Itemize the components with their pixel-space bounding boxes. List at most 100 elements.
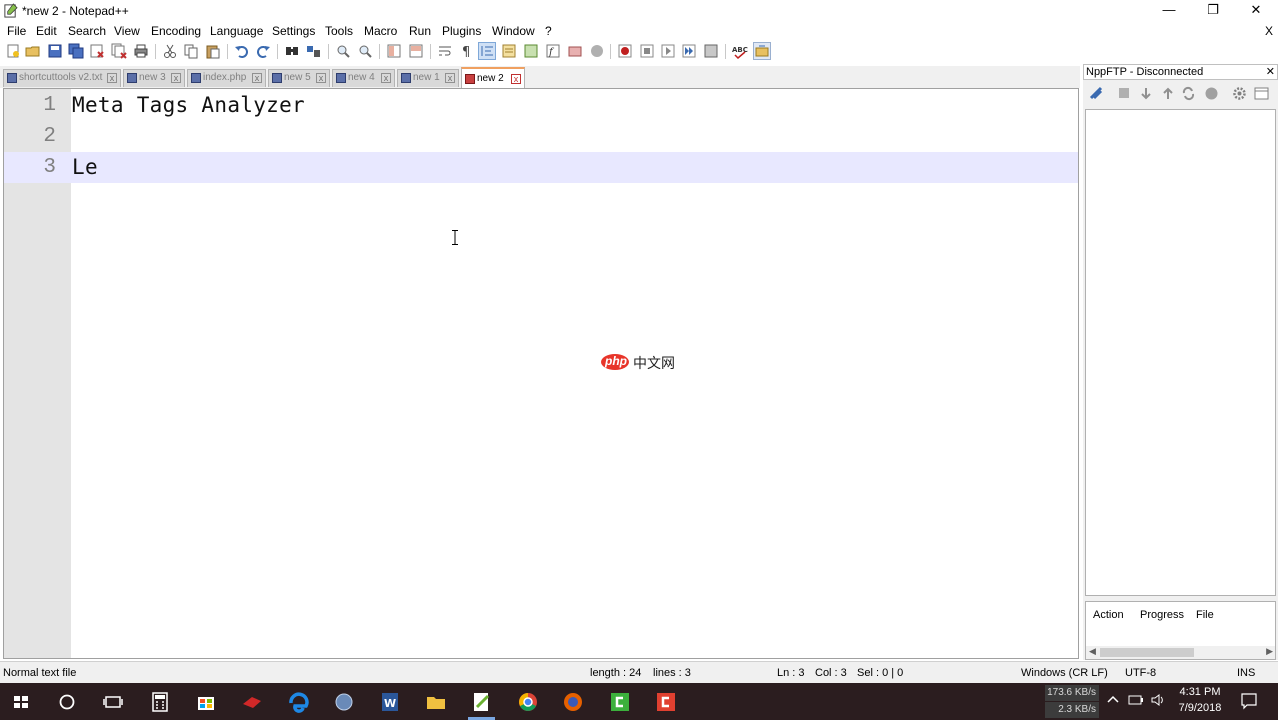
close-all-icon[interactable] — [111, 43, 127, 59]
menu-help[interactable]: ? — [545, 24, 552, 38]
tab-close-icon[interactable]: x — [511, 74, 521, 84]
redo-icon[interactable] — [255, 43, 271, 59]
document-map-icon[interactable] — [523, 43, 539, 59]
menu-window[interactable]: Window — [492, 24, 535, 38]
volume-icon[interactable] — [1150, 693, 1166, 707]
user-defined-language-icon[interactable] — [501, 43, 517, 59]
save-macro-icon[interactable] — [703, 43, 719, 59]
start-windows-icon[interactable] — [8, 689, 34, 715]
menu-encoding[interactable]: Encoding — [151, 24, 201, 38]
show-hidden-icons-icon[interactable] — [1106, 693, 1120, 707]
menu-macro[interactable]: Macro — [364, 24, 397, 38]
tab-close-icon[interactable]: x — [252, 73, 262, 83]
cut-icon[interactable] — [162, 43, 178, 59]
editor-line[interactable]: 2 — [4, 121, 1078, 152]
close-document-button[interactable]: X — [1265, 24, 1273, 38]
close-file-icon[interactable] — [89, 43, 105, 59]
queue-horizontal-scrollbar[interactable]: ◀ ▶ — [1086, 646, 1275, 659]
zoom-out-icon[interactable] — [357, 43, 373, 59]
spell-check-icon[interactable]: ABC — [732, 43, 748, 59]
scrollbar-thumb[interactable] — [1100, 648, 1194, 657]
tab-close-icon[interactable]: x — [316, 73, 326, 83]
save-icon[interactable] — [47, 43, 63, 59]
undo-icon[interactable] — [234, 43, 250, 59]
queue-header-action[interactable]: Action — [1093, 609, 1124, 621]
menu-run[interactable]: Run — [409, 24, 431, 38]
paste-icon[interactable] — [205, 43, 221, 59]
clock-date[interactable]: 7/9/2018 — [1170, 702, 1230, 714]
disconnect-icon[interactable] — [1117, 86, 1132, 101]
minimize-button[interactable]: — — [1146, 0, 1192, 22]
clock-time[interactable]: 4:31 PM — [1170, 686, 1230, 698]
menu-settings[interactable]: Settings — [272, 24, 315, 38]
camtasia-green-icon[interactable] — [607, 689, 633, 715]
new-file-icon[interactable] — [5, 43, 21, 59]
queue-header-progress[interactable]: Progress — [1140, 609, 1184, 621]
sync-vertical-icon[interactable] — [386, 43, 402, 59]
globe-app-icon[interactable] — [331, 689, 357, 715]
chrome-icon[interactable] — [515, 689, 541, 715]
firefox-icon[interactable] — [560, 689, 586, 715]
calculator-icon[interactable] — [147, 689, 173, 715]
abort-icon[interactable] — [1204, 86, 1219, 101]
maximize-button[interactable]: ❐ — [1190, 0, 1236, 22]
line-text[interactable]: Meta Tags Analyzer — [72, 93, 305, 117]
tab-close-icon[interactable]: x — [171, 73, 181, 83]
line-text[interactable]: Le — [72, 155, 98, 179]
run-macro-multiple-icon[interactable] — [681, 43, 697, 59]
edge-browser-icon[interactable] — [286, 689, 312, 715]
sync-horizontal-icon[interactable] — [408, 43, 424, 59]
settings-gear-icon[interactable] — [1232, 86, 1247, 101]
scroll-right-icon[interactable]: ▶ — [1266, 646, 1273, 657]
task-view-icon[interactable] — [100, 689, 126, 715]
tab-index-php[interactable]: index.php x — [187, 69, 266, 87]
ftp-file-tree[interactable] — [1085, 109, 1276, 596]
show-all-characters-icon[interactable]: ¶ — [458, 43, 474, 59]
message-window-icon[interactable] — [1254, 86, 1269, 101]
editor-line[interactable]: 1 Meta Tags Analyzer — [4, 90, 1078, 121]
store-icon[interactable] — [193, 689, 219, 715]
current-editor-line[interactable]: 3 Le — [4, 152, 1078, 183]
record-macro-icon[interactable] — [617, 43, 633, 59]
menu-view[interactable]: View — [114, 24, 140, 38]
notepadpp-taskbar-icon[interactable] — [468, 689, 494, 715]
tab-close-icon[interactable]: x — [445, 73, 455, 83]
menu-tools[interactable]: Tools — [325, 24, 353, 38]
close-button[interactable]: ✕ — [1233, 0, 1278, 22]
indent-guide-icon[interactable] — [478, 42, 496, 60]
save-all-icon[interactable] — [68, 43, 84, 59]
word-icon[interactable]: W — [377, 689, 403, 715]
menu-language[interactable]: Language — [210, 24, 263, 38]
copy-icon[interactable] — [183, 43, 199, 59]
word-wrap-icon[interactable] — [437, 43, 453, 59]
tab-shortcuttools[interactable]: shortcuttools v2.txt x — [3, 69, 121, 87]
file-explorer-icon[interactable] — [423, 689, 449, 715]
refresh-icon[interactable] — [1181, 86, 1196, 101]
tab-close-icon[interactable]: x — [381, 73, 391, 83]
tab-new-5[interactable]: new 5 x — [268, 69, 330, 87]
find-icon[interactable] — [284, 43, 300, 59]
action-center-icon[interactable] — [1240, 692, 1258, 710]
nppftp-icon[interactable] — [753, 42, 771, 60]
tab-close-icon[interactable]: x — [107, 73, 117, 83]
battery-icon[interactable] — [1127, 693, 1145, 707]
scroll-left-icon[interactable]: ◀ — [1089, 646, 1096, 657]
connect-icon[interactable] — [1089, 86, 1104, 101]
print-icon[interactable] — [133, 43, 149, 59]
menu-file[interactable]: File — [7, 24, 26, 38]
menu-edit[interactable]: Edit — [36, 24, 57, 38]
nppftp-close-button[interactable]: ✕ — [1266, 65, 1275, 79]
tab-new-3[interactable]: new 3 x — [123, 69, 185, 87]
zoom-in-icon[interactable] — [335, 43, 351, 59]
tab-new-4[interactable]: new 4 x — [332, 69, 395, 87]
function-list-icon[interactable]: f — [545, 43, 561, 59]
tab-new-2[interactable]: new 2 x — [461, 67, 525, 88]
stop-macro-icon[interactable] — [639, 43, 655, 59]
open-file-icon[interactable] — [25, 43, 41, 59]
text-editor[interactable]: 1 Meta Tags Analyzer 2 3 Le php 中文网 — [3, 88, 1079, 659]
cortana-search-icon[interactable] — [54, 689, 80, 715]
menu-search[interactable]: Search — [68, 24, 106, 38]
folder-as-workspace-icon[interactable] — [567, 43, 583, 59]
upload-icon[interactable] — [1161, 86, 1176, 101]
camtasia-recorder-icon[interactable] — [653, 689, 679, 715]
